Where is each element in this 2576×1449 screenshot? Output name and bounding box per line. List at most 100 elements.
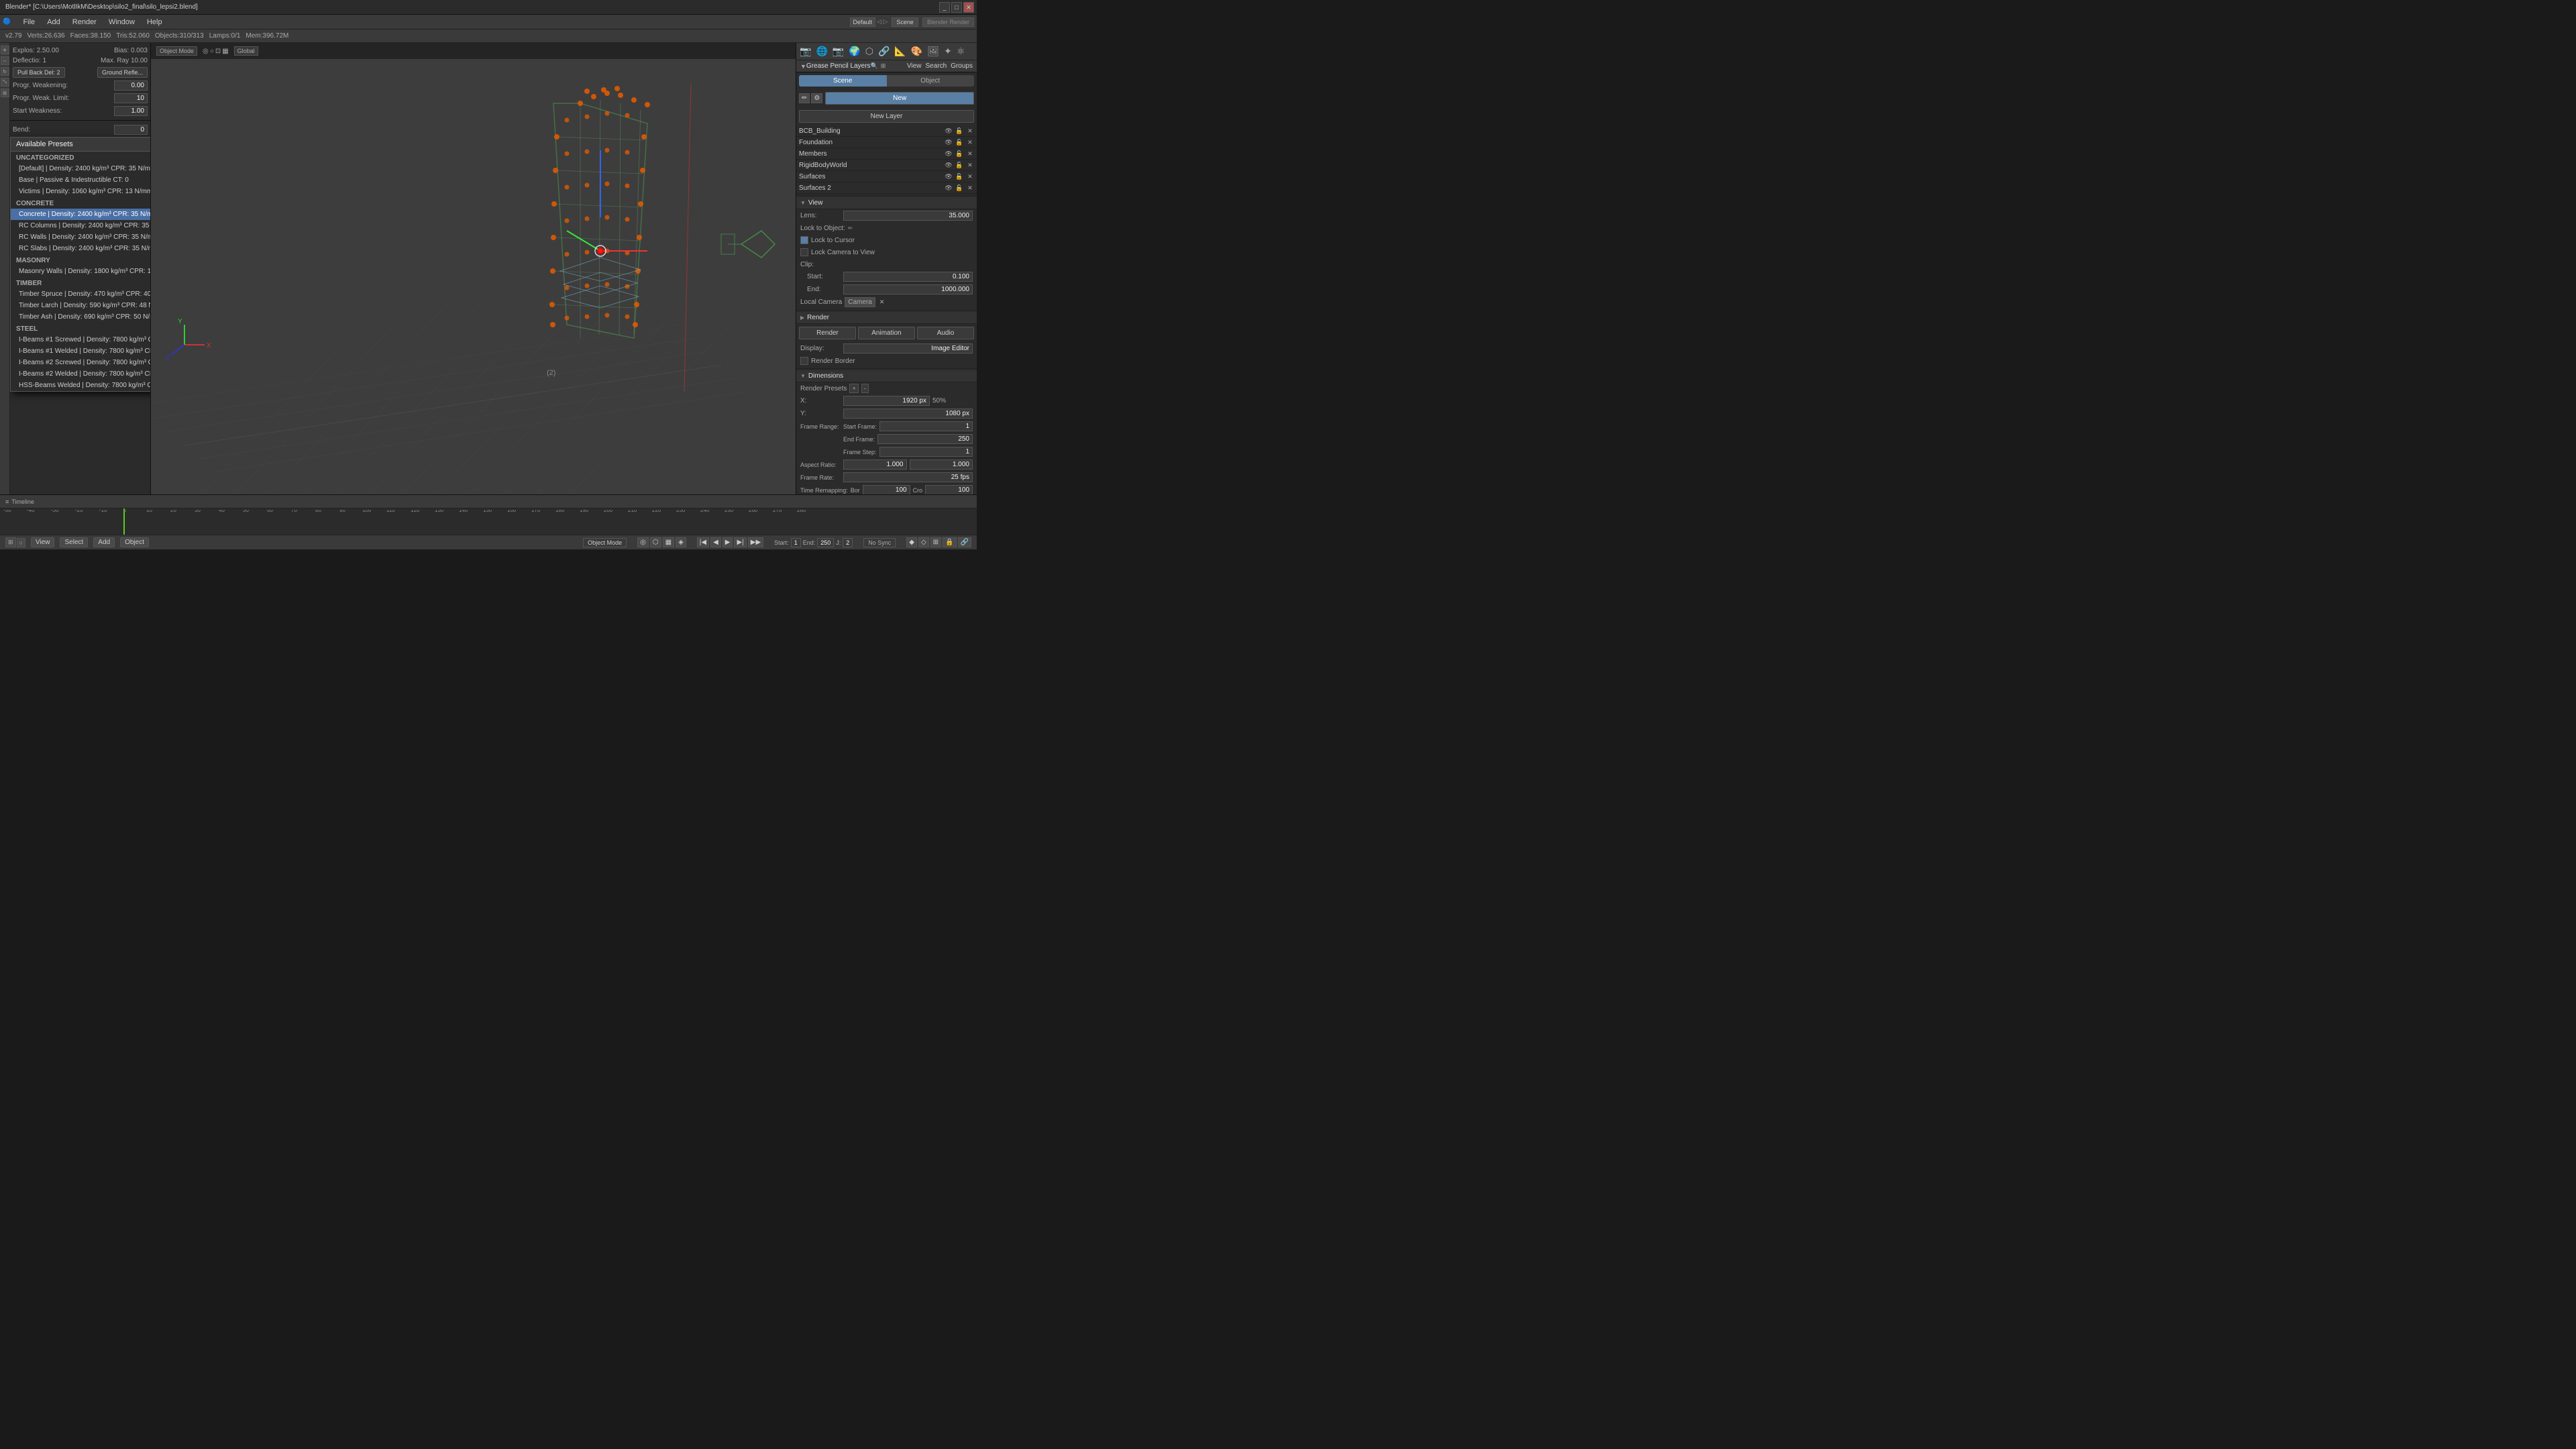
timeline-ruler[interactable]: -50 -40 -30 -20 -10 0 10 20 30 40 50 60 … <box>0 508 977 535</box>
add-status-btn[interactable]: Add <box>93 537 115 547</box>
layer-surfaces-vis[interactable]: 👁 <box>945 172 953 180</box>
menu-add[interactable]: Add <box>42 17 66 28</box>
icon-tab-material[interactable]: 🎨 <box>909 44 924 58</box>
dimensions-header[interactable]: ▼ Dimensions <box>796 370 977 382</box>
icon-tab-world[interactable]: 🌍 <box>847 44 862 58</box>
menu-help[interactable]: Help <box>142 17 168 28</box>
icon-tab-render[interactable]: 📷 <box>830 44 846 58</box>
tool-rotate[interactable]: ↻ <box>1 67 9 76</box>
close-button[interactable]: ✕ <box>963 2 974 13</box>
layer-bcb-building-vis[interactable]: 👁 <box>945 127 953 135</box>
fps-value[interactable]: 25 fps <box>843 472 973 482</box>
aspect-y-value[interactable]: 1.000 <box>910 460 973 470</box>
preset-masonry-walls[interactable]: Masonry Walls | Density: 1800 kg/m³ CPR:… <box>11 266 151 277</box>
new-layer-button[interactable]: New Layer <box>799 110 974 123</box>
layer-rbw-vis[interactable]: 👁 <box>945 161 953 169</box>
layer-members-x[interactable]: ✕ <box>966 150 974 158</box>
select-status-btn[interactable]: Select <box>60 537 88 547</box>
layer-members[interactable]: Members 👁 🔓 ✕ <box>796 148 977 160</box>
view-tab[interactable]: View <box>907 62 922 70</box>
object-tab[interactable]: Object <box>887 75 975 87</box>
clip-end-value[interactable]: 1000.000 <box>843 284 973 294</box>
lock-camera-row[interactable]: Lock Camera to View <box>796 246 977 258</box>
icon-tab-particles[interactable]: ✦ <box>942 44 954 58</box>
viewport-mode-dropdown[interactable]: Object Mode <box>156 46 197 56</box>
old-value[interactable]: 100 <box>863 485 910 495</box>
shading-icon-2[interactable]: ⬡ <box>650 537 661 547</box>
icon-tab-object[interactable]: ⬡ <box>863 44 875 58</box>
layer-foundation[interactable]: Foundation 👁 🔓 ✕ <box>796 137 977 148</box>
icon-tab-texture[interactable]: 🖼 <box>925 44 941 58</box>
audio-button[interactable]: Audio <box>917 327 974 339</box>
viewport-global-dropdown[interactable]: Global <box>234 46 258 56</box>
camera-x-icon[interactable]: ✕ <box>879 299 885 306</box>
layer-rbw-x[interactable]: ✕ <box>966 161 974 169</box>
preset-victims[interactable]: Victims | Density: 1060 kg/m³ CPR: 13 N/… <box>11 186 151 197</box>
prev-frame-btn[interactable]: ◀ <box>710 537 721 547</box>
viewport-icon-4[interactable]: ▦ <box>222 48 228 55</box>
lock-object-icon[interactable]: ✏ <box>848 225 853 232</box>
icon-tab-camera[interactable]: 📷 <box>798 44 813 58</box>
next-frame-btn[interactable]: ▶| <box>734 537 746 547</box>
layer-bcb-building-x[interactable]: ✕ <box>966 127 974 135</box>
progr-weak-value[interactable]: 0.00 <box>114 80 148 91</box>
lock-camera-checkbox[interactable] <box>800 248 808 256</box>
menu-file[interactable]: File <box>17 17 40 28</box>
timeline-type-icon[interactable]: ≡ <box>5 498 9 505</box>
layer-bcb-building-lock[interactable]: 🔓 <box>955 127 963 135</box>
start-frame-status-value[interactable]: 1 <box>791 538 801 547</box>
icon-tab-scene[interactable]: 🌐 <box>814 44 829 58</box>
start-frame-value[interactable]: 1 <box>879 421 973 431</box>
display-value[interactable]: Image Editor <box>843 343 973 354</box>
search-tab[interactable]: Search <box>926 62 947 70</box>
preset-timber-spruce[interactable]: Timber Spruce | Density: 470 kg/m³ CPR: … <box>11 288 151 300</box>
res-x-value[interactable]: 1920 px <box>843 396 930 406</box>
scene-tab[interactable]: Scene <box>799 75 887 87</box>
preset-rc-walls[interactable]: RC Walls | Density: 2400 kg/m³ CPR: 35 N… <box>11 231 151 243</box>
layer-members-lock[interactable]: 🔓 <box>955 150 963 158</box>
viewport-icon-3[interactable]: ⊡ <box>215 48 221 55</box>
layer-foundation-lock[interactable]: 🔓 <box>955 138 963 146</box>
clip-start-value[interactable]: 0.100 <box>843 272 973 282</box>
pullback-row[interactable]: Pull Back Del: 2 Ground Refle... <box>13 66 148 79</box>
menu-render[interactable]: Render <box>67 17 102 28</box>
preset-base[interactable]: Base | Passive & Indestructible CT: 0 <box>11 174 151 186</box>
layer-rbw[interactable]: RigidBodyWorld 👁 🔓 ✕ <box>796 160 977 171</box>
preset-ibeam1-screwed[interactable]: I-Beams #1 Screwed | Density: 7800 kg/m³… <box>11 334 151 345</box>
render-border-row[interactable]: Render Border <box>796 355 977 367</box>
group-icon[interactable]: ⊞ <box>881 62 886 70</box>
new-button[interactable]: New <box>825 92 974 105</box>
icon-tab-physics[interactable]: ⚛ <box>955 44 967 58</box>
no-sync-dropdown[interactable]: No Sync <box>863 538 896 547</box>
shading-icon-3[interactable]: ▦ <box>663 537 674 547</box>
scene-selector[interactable]: Scene <box>892 17 918 27</box>
keyframe-icon-3[interactable]: ⊞ <box>930 537 941 547</box>
preset-ibeam1-welded[interactable]: I-Beams #1 Welded | Density: 7800 kg/m³ … <box>11 345 151 357</box>
render-button[interactable]: Render <box>799 327 856 339</box>
start-weakness-value[interactable]: 1.00 <box>114 106 148 116</box>
preset-rc-slabs[interactable]: RC Slabs | Density: 2400 kg/m³ CPR: 35 N… <box>11 243 151 254</box>
keyframe-icon-2[interactable]: ◇ <box>918 537 929 547</box>
render-presets-remove[interactable]: - <box>861 384 869 393</box>
view-status-btn[interactable]: View <box>31 537 55 547</box>
layer-surfaces[interactable]: Surfaces 👁 🔓 ✕ <box>796 171 977 182</box>
layer-surfaces2-lock[interactable]: 🔓 <box>955 184 963 192</box>
j-value[interactable]: 2 <box>843 538 853 547</box>
menu-window[interactable]: Window <box>103 17 140 28</box>
groundrefle-btn[interactable]: Ground Refle... <box>97 67 148 78</box>
jump-start-btn[interactable]: |◀ <box>697 537 709 547</box>
object-mode-dropdown[interactable]: Object Mode <box>583 538 627 547</box>
pullback-btn[interactable]: Pull Back Del: 2 <box>13 67 65 78</box>
preset-default[interactable]: [Default] | Density: 2400 kg/m³ CPR: 35 … <box>11 163 151 174</box>
lock-cursor-checkbox[interactable] <box>800 236 808 244</box>
shading-icon-1[interactable]: ◎ <box>637 537 649 547</box>
icon-tab-data[interactable]: 📐 <box>892 44 908 58</box>
preset-ibeam2-welded[interactable]: I-Beams #2 Welded | Density: 7800 kg/m³ … <box>11 368 151 380</box>
tool-cursor[interactable]: ✛ <box>1 46 9 54</box>
keyframe-icon-5[interactable]: 🔗 <box>958 537 971 547</box>
camera-selector[interactable]: Camera <box>845 297 875 307</box>
layer-surfaces-x[interactable]: ✕ <box>966 172 974 180</box>
groups-tab[interactable]: Groups <box>951 62 973 70</box>
pencil-icon[interactable]: ✏ <box>799 93 810 103</box>
preset-hss-beams[interactable]: HSS-Beams Welded | Density: 7800 kg/m³ C… <box>11 380 151 391</box>
